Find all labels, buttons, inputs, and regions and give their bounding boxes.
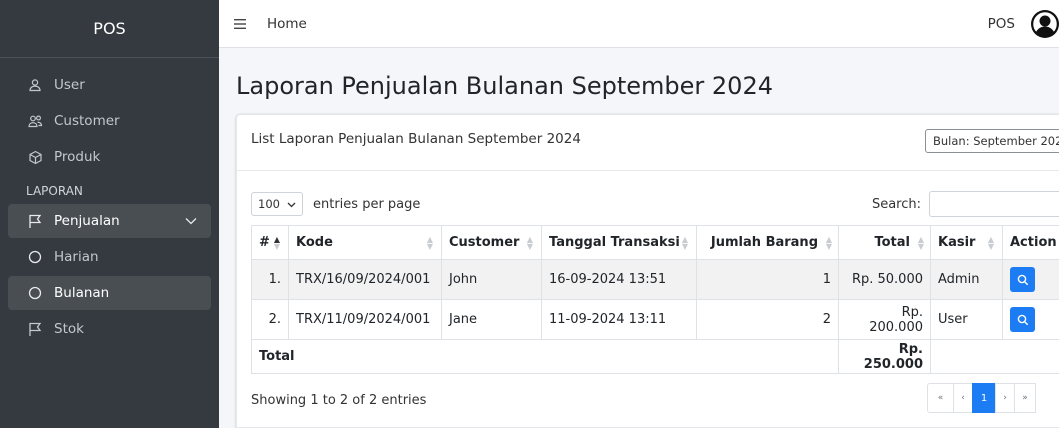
card-title: List Laporan Penjualan Bulanan September… — [251, 131, 581, 147]
column-header-kode[interactable]: Kode ▲ ▼ — [288, 225, 442, 260]
sidebar-item-label: Penjualan — [54, 213, 120, 229]
sort-icon: ▲ ▼ — [273, 235, 280, 251]
cell-kasir: User — [930, 299, 1003, 340]
search-icon — [1017, 314, 1028, 325]
cell-kasir: Admin — [930, 259, 1003, 300]
user-avatar-icon — [1031, 9, 1059, 38]
topbar-right: POS — [988, 9, 1059, 38]
footer-total-label: Total — [251, 339, 839, 374]
page-title: Laporan Penjualan Bulanan September 2024 — [236, 72, 773, 100]
column-header-kasir[interactable]: Kasir ▲ ▼ — [930, 225, 1003, 260]
avatar[interactable] — [1031, 9, 1059, 38]
column-header-jumlah[interactable]: Jumlah Barang ▲ ▼ — [696, 225, 839, 260]
sidebar-item-harian[interactable]: Harian — [8, 240, 211, 274]
sidebar-item-label: User — [54, 77, 85, 93]
topbar: Home POS — [219, 0, 1059, 48]
cell-action — [1002, 259, 1059, 300]
pos-link[interactable]: POS — [988, 16, 1015, 32]
entries-value: 100 — [258, 197, 280, 211]
sidebar-item-label: Harian — [54, 249, 99, 265]
sidebar-item-produk[interactable]: Produk — [8, 140, 211, 174]
cell-tanggal: 11-09-2024 13:11 — [541, 299, 697, 340]
column-header-action: Action — [1002, 225, 1059, 260]
entries-control: 100 entries per page — [251, 192, 420, 216]
card-header: List Laporan Penjualan Bulanan September… — [237, 115, 1059, 171]
brand-link[interactable]: POS — [0, 0, 219, 58]
sidebar-section-header: LAPORAN — [26, 184, 83, 198]
cell-action — [1002, 299, 1059, 340]
table-footer-row: Total Rp. 250.000 — [251, 339, 1059, 374]
home-link[interactable]: Home — [267, 16, 307, 32]
flag-icon — [26, 214, 44, 229]
table-header-row: # ▲ ▼ Kode ▲ ▼ Customer ▲ ▼ Tanggal Transaksi ▲… — [251, 225, 1059, 260]
cell-total: Rp. 50.000 — [838, 259, 931, 300]
sort-icon: ▲ ▼ — [681, 235, 688, 251]
cell-kode: TRX/11/09/2024/001 — [288, 299, 442, 340]
circle-icon — [26, 286, 44, 300]
cell-no: 1. — [251, 259, 289, 300]
month-select-value: Bulan: September 2024 — [933, 134, 1059, 148]
column-header-no[interactable]: # ▲ ▼ — [251, 225, 289, 260]
cell-total: Rp. 200.000 — [838, 299, 931, 340]
users-icon — [26, 114, 44, 128]
search-control: Search: — [872, 191, 1059, 217]
table-row: 2. TRX/11/09/2024/001 Jane 11-09-2024 13… — [251, 299, 1059, 340]
menu-toggle-icon[interactable] — [219, 18, 261, 29]
sort-icon: ▲ ▼ — [917, 235, 924, 251]
cell-no: 2. — [251, 299, 289, 340]
table-info: Showing 1 to 2 of 2 entries — [251, 393, 427, 408]
sidebar-item-user[interactable]: User — [8, 68, 211, 102]
table-controls: 100 entries per page Search: — [251, 191, 1059, 217]
brand-text: POS — [93, 19, 126, 38]
sidebar-item-label: Customer — [54, 113, 120, 129]
month-select[interactable]: Bulan: September 2024 ▼ — [925, 129, 1059, 153]
pagination-last[interactable]: » — [1014, 383, 1036, 413]
pagination-page-1[interactable]: 1 — [972, 383, 996, 413]
entries-label: entries per page — [313, 196, 421, 212]
cell-kode: TRX/16/09/2024/001 — [288, 259, 442, 300]
sidebar: POS User Customer Produk LAPORAN Penjual… — [0, 0, 219, 428]
sidebar-item-bulanan[interactable]: Bulanan — [8, 276, 211, 310]
sidebar-item-penjualan[interactable]: Penjualan — [8, 204, 211, 238]
chevron-down-icon — [185, 213, 197, 229]
sidebar-item-label: Bulanan — [54, 285, 110, 301]
user-icon — [26, 78, 44, 92]
sort-icon: ▲ ▼ — [426, 235, 433, 251]
cell-jumlah: 1 — [696, 259, 839, 300]
cell-customer: Jane — [441, 299, 542, 340]
footer-total-value: Rp. 250.000 — [838, 339, 931, 374]
cell-tanggal: 16-09-2024 13:51 — [541, 259, 697, 300]
entries-per-page-select[interactable]: 100 — [251, 192, 303, 216]
sort-icon: ▲ ▼ — [987, 235, 994, 251]
pagination-first[interactable]: « — [927, 383, 954, 413]
sidebar-item-stok[interactable]: Stok — [8, 312, 211, 346]
view-detail-button[interactable] — [1010, 307, 1035, 332]
column-header-tanggal[interactable]: Tanggal Transaksi ▲ ▼ — [541, 225, 697, 260]
cell-jumlah: 2 — [696, 299, 839, 340]
report-card: List Laporan Penjualan Bulanan September… — [236, 114, 1059, 428]
column-header-total[interactable]: Total ▲ ▼ — [838, 225, 931, 260]
pagination-next[interactable]: › — [995, 383, 1015, 413]
search-label: Search: — [871, 196, 921, 212]
sidebar-item-label: Produk — [54, 149, 101, 165]
sidebar-item-customer[interactable]: Customer — [8, 104, 211, 138]
cell-customer: John — [441, 259, 542, 300]
sort-icon: ▲ ▼ — [825, 235, 832, 251]
flag-icon — [26, 322, 44, 337]
chevron-down-icon — [287, 197, 296, 211]
pagination: « ‹ 1 › » — [927, 383, 1036, 413]
search-input[interactable] — [929, 191, 1059, 217]
sidebar-nav: User Customer Produk LAPORAN Penjualan H… — [0, 58, 219, 358]
table-row: 1. TRX/16/09/2024/001 John 16-09-2024 13… — [251, 259, 1059, 300]
sort-icon: ▲ ▼ — [526, 235, 533, 251]
box-icon — [26, 150, 44, 165]
report-table: # ▲ ▼ Kode ▲ ▼ Customer ▲ ▼ Tanggal Transaksi ▲… — [251, 225, 1059, 374]
search-icon — [1017, 274, 1028, 285]
footer-empty-cell — [930, 339, 1059, 374]
view-detail-button[interactable] — [1010, 267, 1035, 292]
pagination-prev[interactable]: ‹ — [953, 383, 973, 413]
column-header-customer[interactable]: Customer ▲ ▼ — [441, 225, 542, 260]
sidebar-item-label: Stok — [54, 321, 84, 337]
circle-icon — [26, 250, 44, 264]
